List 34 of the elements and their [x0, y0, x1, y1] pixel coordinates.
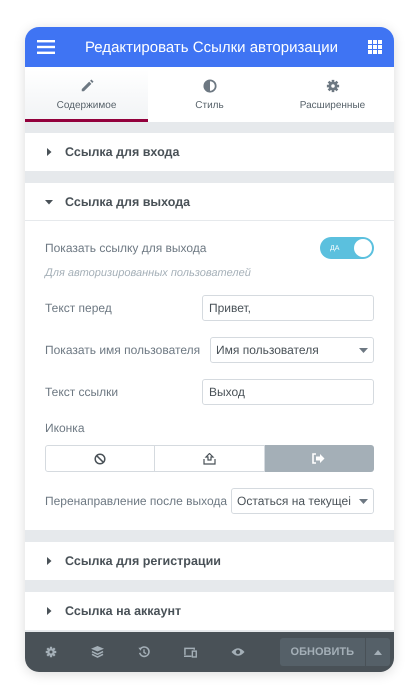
text-field[interactable]: Привет,	[202, 295, 374, 321]
icon-option[interactable]	[45, 445, 156, 472]
eye-icon[interactable]	[231, 647, 246, 657]
field-label: Показать имя пользователя	[45, 343, 200, 357]
caret-icon	[374, 650, 382, 654]
history-icon[interactable]	[138, 646, 150, 658]
upload-icon	[202, 452, 216, 464]
text-field[interactable]: Выход	[202, 379, 374, 405]
layers-icon[interactable]	[91, 646, 104, 658]
dropdown-field[interactable]: Имя пользователя	[210, 337, 374, 363]
field-label: Показать ссылку для выхода	[45, 241, 206, 255]
dropdown-field[interactable]: Остаться на текущеі	[231, 488, 374, 514]
field-label: Текст ссылки	[45, 385, 118, 399]
exit-icon	[312, 453, 326, 464]
pencil-icon	[80, 79, 94, 93]
caret-icon	[359, 498, 368, 504]
field-note: Для авторизированных пользователей	[45, 267, 252, 279]
field-label: Иконка	[45, 421, 86, 435]
caret-icon	[45, 557, 53, 565]
field-label: Перенаправление после выхода	[45, 494, 228, 508]
caret-icon	[45, 607, 53, 615]
contrast-icon	[202, 79, 216, 93]
caret-icon	[45, 198, 53, 206]
caret-icon	[45, 148, 53, 156]
field-label: Текст перед	[45, 301, 112, 315]
settings-icon[interactable]	[45, 646, 57, 658]
options-button[interactable]	[366, 638, 390, 666]
menu-icon[interactable]	[37, 40, 55, 54]
panel-title: Редактировать Ссылки авторизации	[84, 38, 340, 56]
ban-icon	[94, 452, 106, 464]
gear-icon	[326, 79, 340, 93]
devices-icon[interactable]	[184, 646, 198, 658]
grid-icon[interactable]	[368, 40, 382, 54]
caret-icon	[359, 348, 368, 352]
